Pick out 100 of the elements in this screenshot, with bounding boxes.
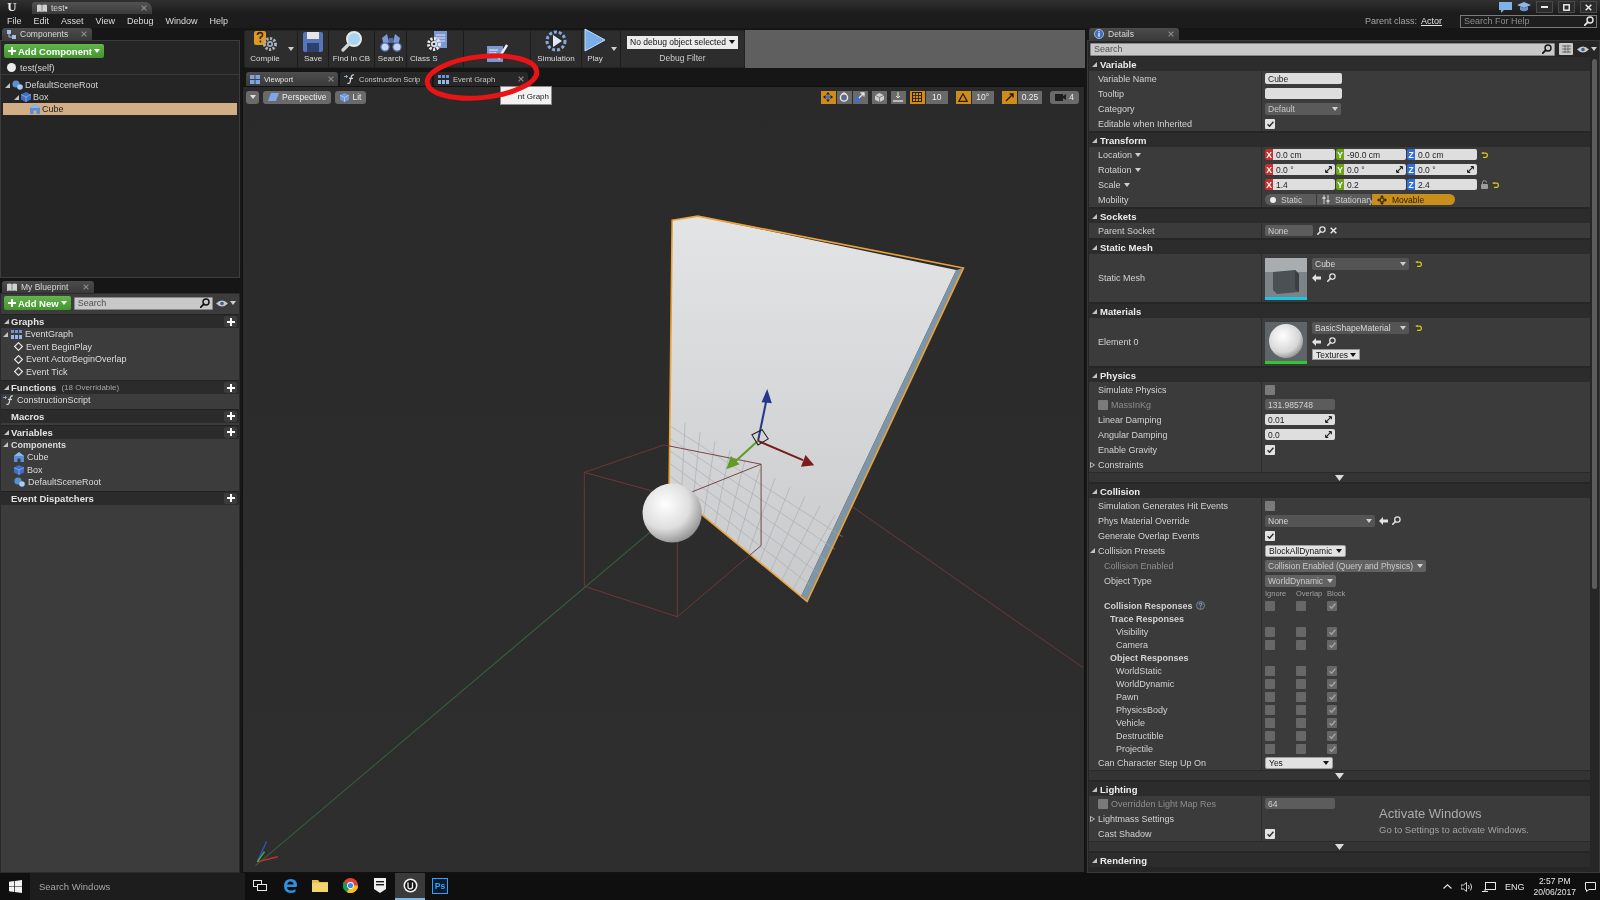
- expanded-triangle-icon[interactable]: [4, 82, 10, 88]
- chat-bubble-icon[interactable]: [1499, 1, 1512, 13]
- clock-date[interactable]: 20/06/2017: [1533, 887, 1576, 897]
- snap-value-dropdown[interactable]: 10: [925, 90, 948, 104]
- snap-value-dropdown[interactable]: 0.25: [1017, 90, 1043, 104]
- mobility-option[interactable]: Stationary: [1317, 194, 1371, 205]
- number-field[interactable]: 64: [1265, 798, 1335, 809]
- number-field[interactable]: 0.0: [1265, 429, 1335, 440]
- reset-arrow-icon[interactable]: [1492, 181, 1499, 188]
- add-button[interactable]: [224, 410, 237, 422]
- arrow-left-icon[interactable]: [1312, 273, 1321, 282]
- caret-icon[interactable]: [1123, 182, 1130, 187]
- tree-item[interactable]: Cube: [3, 103, 237, 115]
- blueprint-item[interactable]: EventGraph: [1, 328, 239, 341]
- transform-mode-button[interactable]: [820, 90, 836, 104]
- caret-icon[interactable]: [288, 47, 294, 51]
- number-field[interactable]: 131.985748: [1265, 399, 1335, 410]
- perspective-button[interactable]: Perspective: [263, 90, 332, 104]
- menu-item[interactable]: View: [89, 14, 121, 28]
- dropdown[interactable]: BlockAllDynamic: [1265, 544, 1347, 557]
- transform-mode-button[interactable]: [836, 90, 852, 104]
- expanded-triangle-icon[interactable]: [1091, 786, 1097, 792]
- checkbox[interactable]: [1265, 384, 1275, 395]
- document-tab[interactable]: test•: [32, 2, 152, 14]
- search-button[interactable]: Search: [375, 31, 406, 67]
- arrow-left-icon[interactable]: [1312, 337, 1321, 346]
- debug-object-dropdown[interactable]: No debug object selected: [627, 35, 738, 49]
- expanded-triangle-icon[interactable]: [3, 331, 8, 337]
- blueprint-item[interactable]: Event ActorBeginOverlap: [1, 353, 239, 366]
- expanded-triangle-icon[interactable]: [1091, 308, 1097, 314]
- help-search-field[interactable]: Search For Help: [1460, 14, 1597, 28]
- expanded-triangle-icon[interactable]: [1091, 61, 1097, 67]
- notification-icon[interactable]: [1585, 881, 1596, 892]
- compile-button[interactable]: Compile: [245, 31, 285, 67]
- checkbox[interactable]: [1098, 399, 1108, 410]
- menu-item[interactable]: File: [1, 14, 28, 28]
- expanded-triangle-icon[interactable]: [1091, 372, 1097, 378]
- number-field[interactable]: 0.01: [1265, 414, 1335, 425]
- arrow-left-icon[interactable]: [1379, 516, 1388, 525]
- scrollbar-thumb[interactable]: [1592, 59, 1597, 589]
- caret-icon[interactable]: [1134, 167, 1141, 172]
- panel-tab[interactable]: Components: [2, 28, 92, 40]
- asset-dropdown[interactable]: Cube: [1312, 258, 1409, 270]
- advanced-toggle[interactable]: [1089, 841, 1590, 851]
- network-icon[interactable]: [1481, 881, 1496, 892]
- reset-arrow-icon[interactable]: [1415, 261, 1422, 267]
- snap-toggle[interactable]: [955, 90, 971, 104]
- class-settings-button[interactable]: Class S: [407, 31, 463, 67]
- panel-tab[interactable]: Details: [1089, 28, 1179, 40]
- transform-mode-button[interactable]: [852, 90, 868, 104]
- advanced-toggle[interactable]: [1089, 472, 1590, 482]
- caret-icon[interactable]: [1591, 47, 1597, 51]
- category-dropdown[interactable]: Default: [1265, 102, 1341, 115]
- menu-item[interactable]: Asset: [55, 14, 90, 28]
- spin-arrows-icon[interactable]: [1325, 431, 1332, 438]
- search-icon[interactable]: [1392, 516, 1401, 525]
- search-field[interactable]: Search: [1090, 42, 1555, 56]
- lock-icon[interactable]: [1481, 180, 1488, 189]
- add-button[interactable]: [224, 316, 237, 327]
- number-field[interactable]: 0.2: [1344, 179, 1406, 190]
- collapsed-triangle-icon[interactable]: [1089, 461, 1095, 468]
- save-button[interactable]: Save: [298, 31, 328, 67]
- panel-tab[interactable]: My Blueprint: [2, 281, 94, 293]
- expanded-triangle-icon[interactable]: [1091, 137, 1097, 143]
- asset-dropdown[interactable]: BasicShapeMaterial: [1312, 322, 1409, 334]
- menu-item[interactable]: Window: [159, 14, 204, 28]
- find-in-browser-button[interactable]: Find in CB: [329, 31, 374, 67]
- coordinate-space-button[interactable]: [871, 90, 887, 104]
- lit-button[interactable]: Lit: [335, 90, 367, 104]
- blueprint-item[interactable]: DefaultSceneRoot: [1, 476, 239, 489]
- expanded-triangle-icon[interactable]: [1091, 488, 1097, 494]
- blueprint-item[interactable]: Event BeginPlay: [1, 340, 239, 353]
- search-icon[interactable]: [1542, 44, 1552, 54]
- add-button[interactable]: [224, 492, 237, 504]
- expanded-triangle-icon[interactable]: [13, 94, 19, 100]
- blueprint-item[interactable]: ConstructionScript: [1, 394, 239, 407]
- close-button[interactable]: [1580, 1, 1597, 13]
- menu-item[interactable]: Edit: [27, 14, 56, 28]
- snap-toggle[interactable]: [909, 90, 925, 104]
- expanded-triangle-icon[interactable]: [3, 319, 9, 324]
- checkbox[interactable]: [1098, 798, 1108, 809]
- menu-item[interactable]: Debug: [120, 14, 160, 28]
- chevron-up-icon[interactable]: [1442, 884, 1452, 889]
- eye-icon[interactable]: [1577, 45, 1589, 53]
- collapsed-triangle-icon[interactable]: [1089, 815, 1095, 822]
- eye-icon[interactable]: [216, 299, 228, 307]
- viewport-menu-button[interactable]: [246, 90, 259, 104]
- number-field[interactable]: 0.0 °: [1415, 164, 1477, 175]
- text-field[interactable]: Cube: [1265, 73, 1342, 84]
- simulation-button[interactable]: Simulation: [531, 31, 581, 67]
- blueprint-item[interactable]: Event Tick: [1, 365, 239, 378]
- expanded-triangle-icon[interactable]: [3, 429, 9, 435]
- play-button[interactable]: Play: [582, 31, 608, 67]
- caret-icon[interactable]: [230, 301, 236, 305]
- blueprint-item[interactable]: Box: [1, 463, 239, 476]
- number-field[interactable]: 0.0 cm: [1273, 149, 1335, 160]
- spin-arrows-icon[interactable]: [1325, 166, 1332, 173]
- mobility-option[interactable]: Static: [1265, 194, 1316, 205]
- search-field[interactable]: Search: [73, 296, 213, 310]
- mobility-option[interactable]: Movable: [1372, 194, 1455, 205]
